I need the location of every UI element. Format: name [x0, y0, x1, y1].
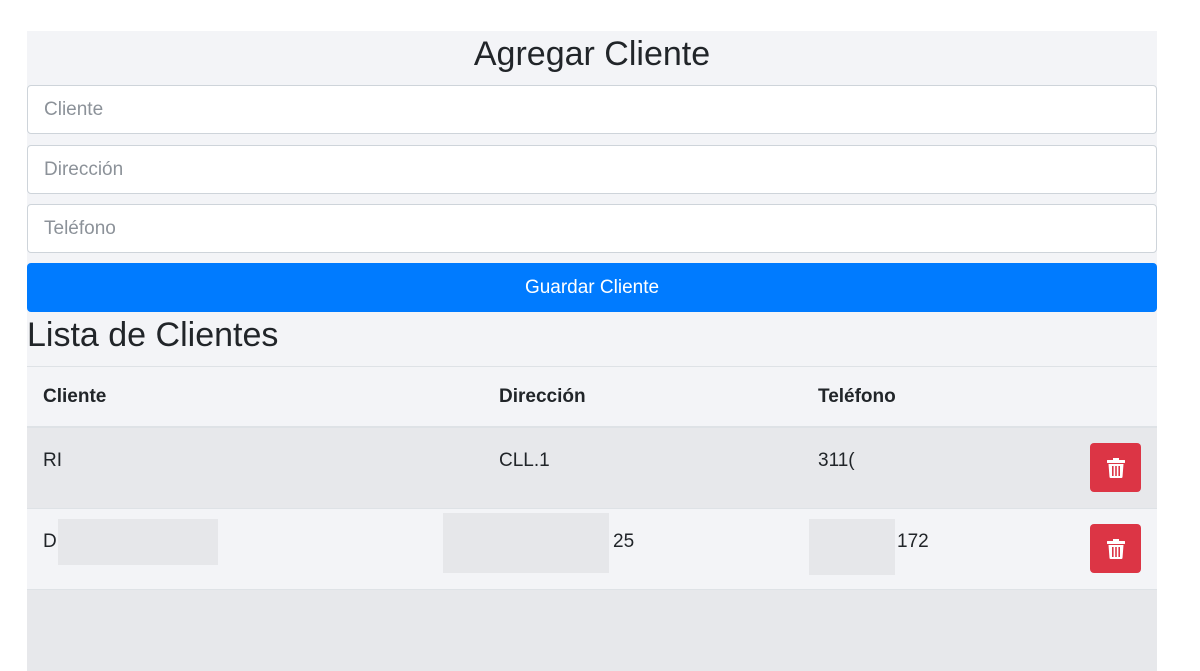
table-row [27, 590, 1157, 671]
table-header: Cliente Dirección Teléfono [27, 366, 1157, 428]
header-direccion: Dirección [499, 386, 586, 407]
redaction-block [809, 519, 895, 575]
header-cliente: Cliente [43, 386, 107, 407]
table-row: Dı 25 172 [27, 509, 1157, 590]
delete-button[interactable] [1090, 524, 1141, 573]
form-title: Agregar Cliente [473, 35, 711, 73]
cell-direccion: 25 [613, 531, 635, 552]
cell-telefono: 311( [818, 450, 855, 471]
list-title: Lista de Clientes [27, 316, 279, 354]
direccion-input[interactable] [27, 145, 1157, 194]
guardar-cliente-button[interactable]: Guardar Cliente [27, 263, 1157, 312]
cell-telefono: 172 [897, 531, 929, 552]
cell-direccion: CLL.1 [499, 450, 550, 471]
table-row: RI CLL.1 311( [27, 428, 1157, 509]
cliente-input[interactable] [27, 85, 1157, 134]
delete-button[interactable] [1090, 443, 1141, 492]
header-telefono: Teléfono [818, 386, 896, 407]
trash-icon [1106, 538, 1125, 559]
clientes-table: Cliente Dirección Teléfono RI CLL.1 311(… [27, 366, 1157, 671]
redaction-block [58, 519, 218, 565]
cliente-panel: Agregar Cliente Guardar Cliente Lista de… [27, 31, 1157, 671]
trash-icon [1106, 457, 1125, 478]
cell-cliente: RI [43, 450, 62, 471]
telefono-input[interactable] [27, 204, 1157, 253]
redaction-block [443, 513, 609, 573]
